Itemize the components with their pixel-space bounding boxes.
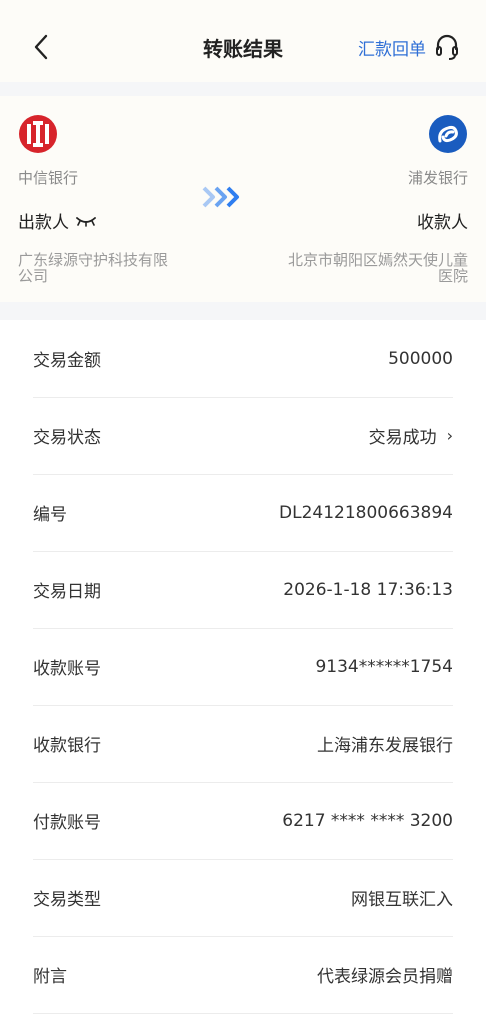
payer-name-line2: 公司 — [18, 267, 49, 285]
customer-service-button[interactable] — [434, 33, 460, 61]
headset-icon — [436, 34, 458, 60]
detail-label: 编号 — [33, 505, 67, 525]
detail-row-status[interactable]: 交易状态 交易成功 › — [33, 397, 453, 475]
detail-value: 9134******1754 — [315, 656, 453, 677]
nav-bar: 转账结果 汇款回单 — [0, 0, 486, 82]
detail-label: 附言 — [33, 967, 67, 987]
detail-row-serial: 编号 DL24121800663894 — [33, 474, 453, 552]
payee-role-label: 收款人 — [417, 213, 468, 233]
detail-value: DL24121800663894 — [279, 502, 453, 523]
detail-value: 2026-1-18 17:36:13 — [283, 579, 453, 600]
payer-name: 广东绿源守护科技有限 公司 — [18, 252, 228, 284]
detail-value: 网银互联汇入 — [351, 890, 453, 910]
detail-row-payer-account: 付款账号 6217 **** **** 3200 — [33, 782, 453, 860]
detail-label: 交易状态 — [33, 428, 101, 448]
detail-row-payee-account: 收款账号 9134******1754 — [33, 628, 453, 706]
detail-row-payee-bank: 收款银行 上海浦东发展银行 — [33, 705, 453, 783]
chevron-right-icon: › — [446, 426, 453, 445]
payer-role-label: 出款人 — [18, 213, 69, 233]
detail-value: 代表绿源会员捐赠 — [317, 967, 453, 987]
payer-role[interactable]: 出款人 — [18, 208, 97, 233]
detail-value: 上海浦东发展银行 — [317, 736, 453, 756]
transaction-details-list: 交易金额 500000 交易状态 交易成功 › 编号 DL24121800663… — [0, 320, 486, 1023]
citic-bank-logo — [18, 114, 58, 154]
detail-label: 付款账号 — [33, 813, 101, 833]
payee-name: 北京市朝阳区嫣然天使儿童 医院 — [258, 252, 468, 284]
payee-bank-name: 浦发银行 — [407, 169, 468, 187]
spdb-bank-logo — [428, 114, 468, 154]
detail-label: 收款银行 — [33, 736, 101, 756]
status-value: 交易成功 — [368, 428, 437, 448]
detail-label: 交易金额 — [33, 351, 101, 371]
detail-value: 500000 — [388, 348, 453, 369]
detail-row-type: 交易类型 网银互联汇入 — [33, 859, 453, 937]
detail-label: 交易类型 — [33, 890, 101, 910]
payer-name-line1: 广东绿源守护科技有限 — [18, 251, 169, 269]
detail-label: 收款账号 — [33, 659, 101, 679]
detail-label: 交易日期 — [33, 582, 101, 602]
transfer-summary-card: 中信银行 浦发银行 出款人 收款人 广东绿源守护科技有限 公司 北京市朝阳区嫣然… — [0, 96, 486, 302]
detail-row-remark: 附言 代表绿源会员捐赠 — [33, 936, 453, 1014]
payee-name-line1: 北京市朝阳区嫣然天使儿童 — [287, 251, 468, 269]
remittance-receipt-link[interactable]: 汇款回单 — [358, 35, 426, 60]
detail-value: 6217 **** **** 3200 — [282, 810, 453, 831]
detail-row-amount: 交易金额 500000 — [33, 320, 453, 398]
payee-name-line2: 医院 — [437, 267, 468, 285]
transfer-arrows-icon — [202, 186, 239, 208]
eye-closed-icon[interactable] — [75, 215, 97, 227]
detail-value-status[interactable]: 交易成功 › — [369, 423, 453, 448]
payer-bank-name: 中信银行 — [18, 169, 79, 187]
detail-row-date: 交易日期 2026-1-18 17:36:13 — [33, 551, 453, 629]
